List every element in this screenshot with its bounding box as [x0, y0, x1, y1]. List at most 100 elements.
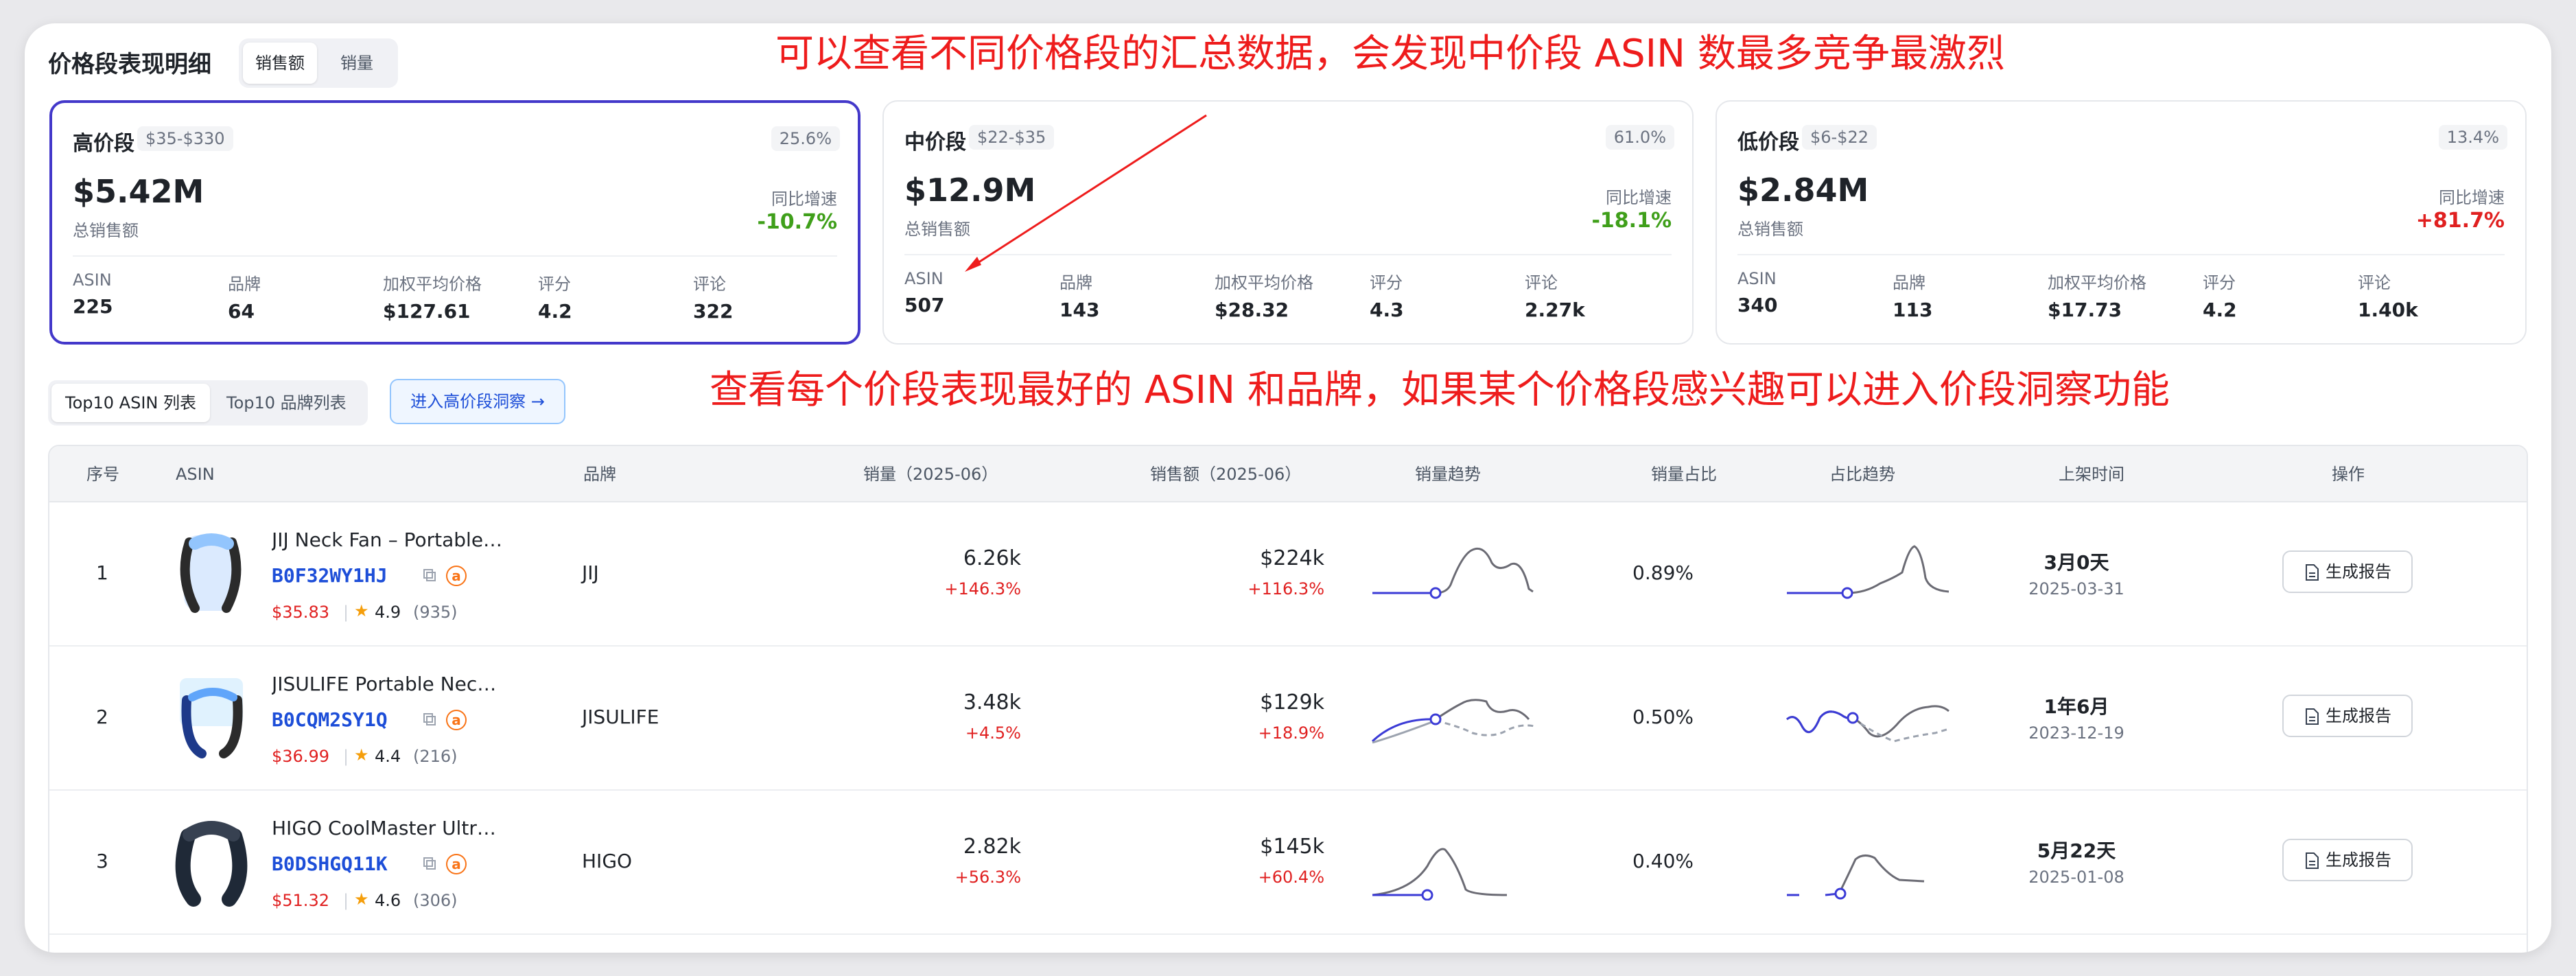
metric-brand: 品牌 143: [1059, 273, 1100, 321]
copy-icon[interactable]: [423, 712, 438, 728]
brand-name[interactable]: HIGO: [582, 850, 632, 872]
product-thumbnail[interactable]: [174, 673, 248, 763]
table-row: 2 JISULIFE Portable Neck Fan B0CQM2SY1Q …: [49, 647, 2527, 791]
sales-value: $145k: [1260, 835, 1324, 859]
tier-range: $6-$22: [1802, 125, 1877, 150]
listed-date: 2023-12-19: [2028, 723, 2124, 743]
top-asin-table: 序号 ASIN 品牌 销量（2025-06） 销售额（2025-06） 销量趋势…: [48, 445, 2528, 953]
product-review-count: (216): [413, 747, 458, 766]
metric-rating: 评分 4.3: [1370, 273, 1404, 321]
col-action: 操作: [2332, 465, 2365, 484]
volume-growth: +56.3%: [955, 868, 1021, 887]
product-title[interactable]: JIJ Neck Fan – Portable Bladeless: [272, 528, 505, 551]
share-trend-sparkline[interactable]: [1784, 688, 1963, 756]
separator: |: [343, 891, 349, 910]
sales-value: $129k: [1260, 690, 1324, 714]
tier-yoy-label: 同比增速: [2439, 188, 2505, 207]
volume-trend-sparkline[interactable]: [1370, 544, 1548, 612]
generate-report-button[interactable]: 生成报告: [2282, 695, 2413, 737]
product-rating: 4.6: [375, 891, 401, 910]
volume-share: 0.40%: [1632, 850, 1694, 872]
col-sales[interactable]: 销售额（2025-06）: [1150, 446, 1301, 502]
product-review-count: (935): [413, 603, 458, 622]
share-trend-sparkline[interactable]: [1784, 544, 1963, 612]
tier-total-label: 总销售额: [73, 221, 139, 240]
listed-duration: 1年6月: [2044, 695, 2109, 718]
divider: [904, 254, 1672, 255]
annotation-middle: 查看每个价段表现最好的 ASIN 和品牌，如果某个价格段感兴趣可以进入价段洞察功…: [710, 368, 2170, 413]
product-title[interactable]: HIGO CoolMaster Ultra Neck Fan: [272, 817, 505, 839]
separator: |: [343, 603, 349, 622]
col-asin: ASIN: [176, 465, 215, 484]
table-row: 3 HIGO CoolMaster Ultra Neck Fan B0DSHGQ…: [49, 791, 2527, 935]
brand-name[interactable]: JISULIFE: [582, 706, 659, 728]
volume-value: 3.48k: [963, 690, 1021, 714]
copy-icon[interactable]: [423, 568, 438, 583]
product-price: $35.83: [272, 603, 329, 622]
copy-icon[interactable]: [423, 857, 438, 872]
metric-reviews: 评论 1.40k: [2358, 273, 2418, 321]
listed-date: 2025-01-08: [2028, 868, 2124, 887]
volume-growth: +146.3%: [944, 579, 1021, 599]
metric-asin: ASIN 225: [73, 270, 113, 318]
sales-value: $224k: [1260, 546, 1324, 570]
product-price: $36.99: [272, 747, 329, 766]
metric-avg-price: 加权平均价格 $28.32: [1215, 273, 1313, 321]
divider: [73, 255, 837, 257]
metric-reviews: 评论 322: [693, 275, 734, 323]
product-asin-link[interactable]: B0DSHGQ11K: [272, 852, 388, 875]
metric-brand: 品牌 64: [228, 275, 261, 323]
table-row: 1 JIJ Neck Fan – Portable Bladeless B0F3…: [49, 502, 2527, 647]
volume-value: 2.82k: [963, 835, 1021, 859]
annotation-top: 可以查看不同价格段的汇总数据，会发现中价段 ASIN 数最多竞争最激烈: [775, 32, 2005, 76]
volume-trend-sparkline[interactable]: [1370, 688, 1548, 756]
metric-reviews: 评论 2.27k: [1525, 273, 1585, 321]
toggle-sales-amount[interactable]: 销售额: [243, 43, 317, 84]
tier-name: 高价段: [73, 132, 134, 156]
tier-name: 中价段: [904, 130, 966, 154]
col-share[interactable]: 销量占比: [1651, 446, 1717, 502]
volume-value: 6.26k: [963, 546, 1021, 570]
tier-yoy-value: +81.7%: [2415, 209, 2505, 233]
product-title[interactable]: JISULIFE Portable Neck Fan: [272, 673, 505, 695]
generate-report-button[interactable]: 生成报告: [2282, 839, 2413, 881]
tier-range: $35-$330: [137, 126, 233, 151]
tier-share-badge: 25.6%: [771, 126, 840, 151]
metric-brand: 品牌 113: [1893, 273, 1933, 321]
metric-asin: ASIN 507: [904, 269, 945, 316]
price-tier-card-high[interactable]: 高价段 $35-$330 25.6% $5.42M 总销售额 同比增速 -10.…: [49, 100, 860, 345]
share-trend-sparkline[interactable]: [1784, 832, 1963, 901]
row-index: 3: [96, 850, 108, 872]
col-volume[interactable]: 销量（2025-06）: [863, 446, 998, 502]
price-tier-card-mid[interactable]: 中价段 $22-$35 61.0% $12.9M 总销售额 同比增速 -18.1…: [882, 100, 1694, 345]
tier-name: 低价段: [1737, 130, 1799, 154]
brand-name[interactable]: JIJ: [582, 561, 599, 584]
volume-share: 0.50%: [1632, 706, 1694, 728]
document-icon: [2306, 564, 2319, 581]
tab-top10-brand[interactable]: Top10 品牌列表: [213, 384, 360, 422]
star-icon: ★: [354, 890, 369, 909]
price-tier-card-low[interactable]: 低价段 $6-$22 13.4% $2.84M 总销售额 同比增速 +81.7%…: [1716, 100, 2527, 345]
enter-tier-insight-button[interactable]: 进入高价段洞察 →: [390, 379, 565, 424]
tier-share-badge: 61.0%: [1605, 125, 1674, 150]
product-thumbnail[interactable]: [174, 817, 248, 907]
col-brand: 品牌: [583, 465, 616, 484]
tier-total-label: 总销售额: [904, 220, 970, 239]
product-review-count: (306): [413, 891, 458, 910]
generate-report-button[interactable]: 生成报告: [2282, 550, 2413, 593]
volume-trend-sparkline[interactable]: [1370, 832, 1548, 901]
product-asin-link[interactable]: B0CQM2SY1Q: [272, 708, 388, 731]
toggle-sales-volume[interactable]: 销量: [320, 43, 394, 84]
amazon-icon[interactable]: a: [446, 854, 467, 874]
row-index: 1: [96, 561, 108, 584]
amazon-icon[interactable]: a: [446, 566, 467, 586]
col-listed[interactable]: 上架时间: [2059, 446, 2124, 502]
product-asin-link[interactable]: B0F32WY1HJ: [272, 564, 388, 587]
product-thumbnail[interactable]: [174, 528, 248, 619]
tab-top10-asin[interactable]: Top10 ASIN 列表: [51, 384, 210, 422]
listed-duration: 5月22天: [2037, 839, 2116, 862]
table-header: 序号 ASIN 品牌 销量（2025-06） 销售额（2025-06） 销量趋势…: [49, 446, 2527, 502]
row-index: 2: [96, 706, 108, 728]
amazon-icon[interactable]: a: [446, 710, 467, 730]
tier-total-sales: $2.84M: [1737, 172, 1869, 209]
